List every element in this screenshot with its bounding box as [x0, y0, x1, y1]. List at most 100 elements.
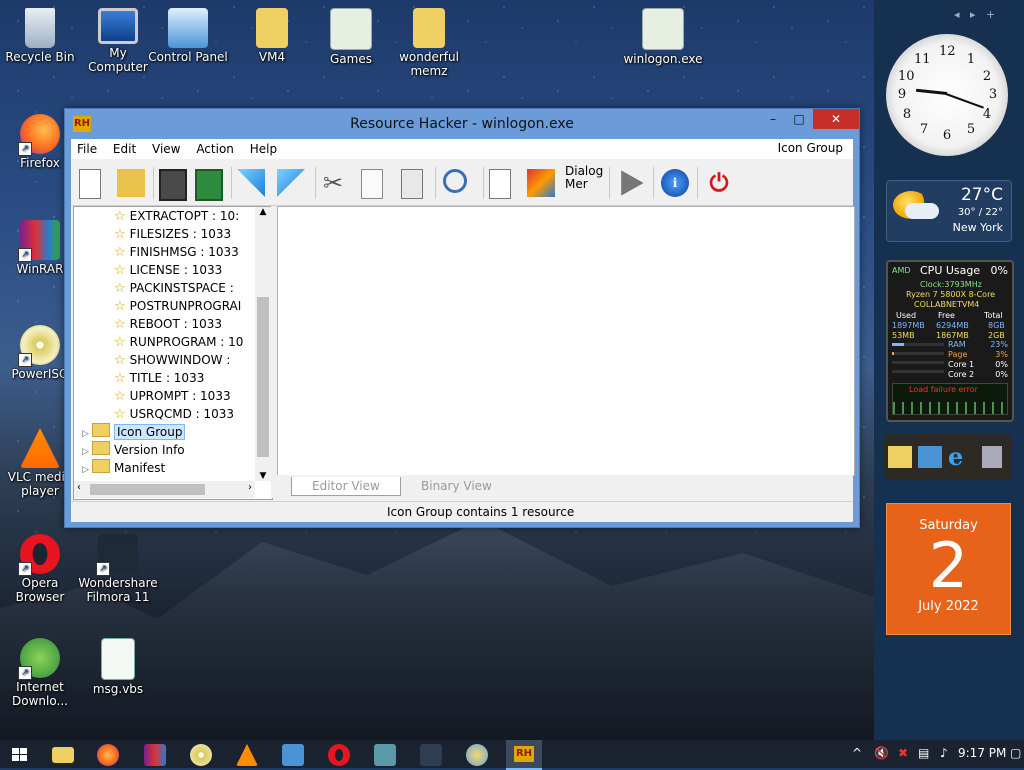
gadget-nav-left-icon[interactable]: ◂ — [954, 8, 960, 21]
tab-binary-view[interactable]: Binary View — [401, 477, 512, 495]
save-as-icon[interactable] — [195, 169, 223, 201]
desktop-icon-opera[interactable]: ↗ Opera Browser — [0, 534, 80, 604]
resource-hacker-taskbar-button[interactable]: RH — [506, 740, 542, 770]
clock-gadget[interactable]: 12 1 2 3 4 5 6 7 8 9 10 11 — [886, 34, 1008, 156]
tree-item[interactable]: ☆ REBOOT : 1033 — [114, 315, 222, 333]
recycle-bin-icon[interactable] — [982, 446, 1002, 468]
title-bar[interactable]: RH Resource Hacker - winlogon.exe – □ ✕ — [65, 109, 859, 139]
desktop-icon-recycle-bin[interactable]: Recycle Bin — [0, 8, 80, 64]
vlc-taskbar-icon[interactable] — [236, 744, 258, 766]
menu-view[interactable]: View — [146, 139, 186, 159]
minimize-button[interactable]: – — [759, 109, 787, 129]
expand-arrow-icon[interactable]: ▷ — [82, 461, 92, 479]
folder-icon[interactable] — [888, 446, 912, 468]
cut-icon[interactable]: ✂ — [323, 169, 351, 197]
desktop-icon-winlogon[interactable]: winlogon.exe — [623, 8, 703, 66]
control-panel-taskbar-icon[interactable] — [282, 744, 304, 766]
filmora-taskbar-icon[interactable] — [420, 744, 442, 766]
desktop-icon-wonderful-memz[interactable]: wonderful memz — [389, 8, 469, 78]
toolbar-separator — [315, 167, 316, 199]
notification-icon[interactable]: ▢ — [1010, 746, 1021, 760]
tree-item[interactable]: ☆ LICENSE : 1033 — [114, 261, 222, 279]
desktop-icon-games[interactable]: Games — [311, 8, 391, 66]
show-hidden-icons-button[interactable]: ^ — [852, 746, 862, 760]
menu-action[interactable]: Action — [190, 139, 240, 159]
desktop-icon-my-computer[interactable]: My Computer — [78, 8, 158, 74]
tree-group-icon-group[interactable]: ▷ Icon Group — [82, 423, 186, 441]
scroll-right-icon[interactable]: › — [248, 482, 252, 493]
gadget-add-icon[interactable]: + — [986, 8, 995, 21]
cpu-graph: Load failure error — [892, 383, 1008, 415]
open-file-icon[interactable] — [117, 169, 145, 197]
wifi-icon[interactable]: ▤ — [918, 746, 929, 760]
computer-icon[interactable] — [918, 446, 942, 468]
menu-edit[interactable]: Edit — [107, 139, 142, 159]
speaker-muted-icon[interactable]: 🔇 — [874, 746, 889, 760]
menu-file[interactable]: File — [71, 139, 103, 159]
close-button[interactable]: ✕ — [813, 109, 859, 129]
folder-icon — [92, 423, 110, 437]
paste-icon[interactable] — [401, 169, 423, 199]
editor-pane[interactable] — [277, 206, 855, 476]
poweriso-taskbar-icon[interactable] — [190, 744, 212, 766]
menu-help[interactable]: Help — [244, 139, 283, 159]
scroll-thumb[interactable] — [257, 297, 269, 457]
taskbar-clock[interactable]: 9:17 PM — [958, 746, 1006, 760]
info-icon[interactable]: i — [661, 169, 689, 197]
dialog-menu-button[interactable]: Dialog Mer — [565, 165, 605, 193]
opera-taskbar-icon[interactable] — [328, 744, 350, 766]
tree-group-manifest[interactable]: ▷ Manifest — [82, 459, 165, 477]
calendar-gadget[interactable]: Saturday 2 July 2022 — [886, 503, 1011, 635]
tree-item[interactable]: ☆ PACKINSTSPACE : — [114, 279, 234, 297]
start-button[interactable] — [9, 744, 31, 766]
tree-item[interactable]: ☆ USRQCMD : 1033 — [114, 405, 234, 423]
tree-item[interactable]: ☆ RUNPROGRAM : 10 — [114, 333, 243, 351]
tree-item[interactable]: ☆ SHOWWINDOW : — [114, 351, 230, 369]
firefox-taskbar-icon[interactable] — [97, 744, 119, 766]
tree-horizontal-scrollbar[interactable]: ‹ › — [74, 481, 255, 498]
tree-item[interactable]: ☆ FINISHMSG : 1033 — [114, 243, 239, 261]
search-icon[interactable] — [443, 169, 467, 193]
add-image-icon[interactable] — [527, 169, 555, 197]
save-icon[interactable] — [159, 169, 187, 201]
tree-vertical-scrollbar[interactable]: ▲ ▼ — [255, 207, 271, 481]
tab-editor-view[interactable]: Editor View — [291, 477, 401, 496]
tree-item[interactable]: ☆ UPROMPT : 1033 — [114, 387, 231, 405]
star-icon: ☆ — [114, 371, 126, 386]
navigate-arrow-icon[interactable] — [277, 169, 305, 197]
scroll-up-icon[interactable]: ▲ — [255, 207, 271, 217]
network-error-icon[interactable]: ✖ — [898, 746, 908, 760]
tree-item[interactable]: ☆ POSTRUNPROGRAI — [114, 297, 241, 315]
desktop-icon-filmora[interactable]: ↗ Wondershare Filmora 11 — [78, 534, 158, 604]
internet-explorer-icon[interactable]: e — [948, 442, 974, 471]
new-file-icon[interactable] — [79, 169, 101, 199]
mem-total: 8GB — [988, 321, 1005, 330]
tree-item[interactable]: ☆ FILESIZES : 1033 — [114, 225, 231, 243]
star-icon: ☆ — [114, 281, 126, 296]
scroll-down-icon[interactable]: ▼ — [255, 471, 271, 481]
volume-icon[interactable]: ♪ — [940, 746, 948, 760]
app-taskbar-icon[interactable] — [466, 744, 488, 766]
tree-item[interactable]: ☆ TITLE : 1033 — [114, 369, 204, 387]
file-explorer-icon[interactable] — [52, 747, 74, 763]
run-script-icon[interactable] — [621, 170, 644, 196]
desktop-icon-msg-vbs[interactable]: msg.vbs — [78, 638, 158, 696]
maximize-button[interactable]: □ — [785, 109, 813, 129]
resource-hacker-window: RH Resource Hacker - winlogon.exe – □ ✕ … — [64, 108, 860, 528]
copy-icon[interactable] — [361, 169, 383, 199]
network-tool-taskbar-icon[interactable] — [374, 744, 396, 766]
weather-gadget[interactable]: 27°C 30° / 22° New York — [886, 180, 1012, 242]
tree-group-version-info[interactable]: ▷ Version Info — [82, 441, 185, 459]
power-exit-icon[interactable]: ⏻ — [705, 169, 733, 197]
gadget-nav-right-icon[interactable]: ▸ — [970, 8, 976, 21]
scroll-thumb[interactable] — [90, 484, 205, 495]
winrar-taskbar-icon[interactable] — [144, 744, 166, 766]
desktop-icon-vm4[interactable]: VM4 — [232, 8, 312, 64]
desktop-icon-internet-download[interactable]: ↗ Internet Downlo... — [0, 638, 80, 708]
cpu-usage-gadget[interactable]: AMD CPU Usage 0% Clock:3793MHz Ryzen 7 5… — [886, 260, 1014, 422]
desktop-icon-control-panel[interactable]: Control Panel — [148, 8, 228, 64]
compile-arrow-icon[interactable] — [237, 169, 265, 197]
scroll-left-icon[interactable]: ‹ — [77, 482, 81, 493]
tree-item[interactable]: ☆ EXTRACTOPT : 10: — [114, 207, 239, 225]
add-resource-icon[interactable] — [489, 169, 511, 199]
